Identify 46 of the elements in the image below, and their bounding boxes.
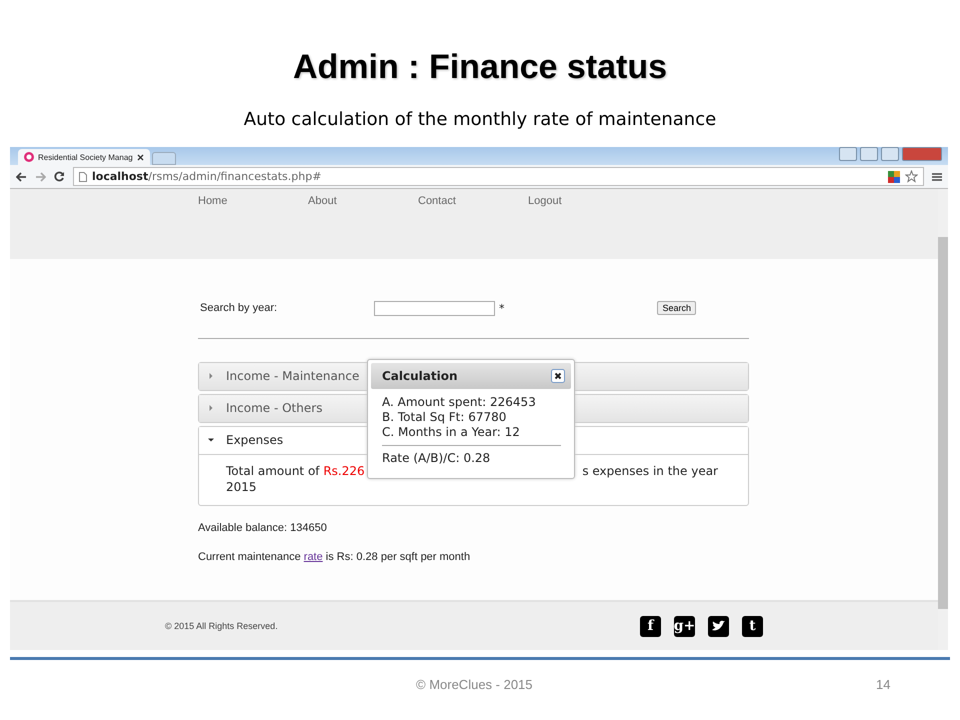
- close-icon[interactable]: [551, 368, 565, 383]
- expense-text: s expenses in the year: [582, 462, 718, 479]
- minimize-button[interactable]: [860, 147, 878, 161]
- rate-sentence: Current maintenance rate is Rs: 0.28 per sqft per month: [198, 550, 472, 563]
- bird-icon[interactable]: [708, 616, 729, 637]
- nav-link[interactable]: About: [308, 195, 418, 259]
- star-icon[interactable]: [905, 170, 918, 183]
- calc-line: A. Amount spent: 226453: [382, 394, 537, 410]
- address-field[interactable]: localhost/rsms/admin/financestats.php#: [73, 167, 924, 186]
- social-link[interactable]: t: [742, 616, 763, 637]
- calc-line: B. Total Sq Ft: 67780: [382, 410, 508, 425]
- balance-text: Available balance: 134650: [198, 522, 328, 534]
- page-icon: [79, 172, 87, 182]
- year-field[interactable]: [374, 300, 495, 316]
- nav-link[interactable]: Home: [198, 195, 308, 259]
- scrollbar[interactable]: [938, 189, 948, 650]
- slide-footer: © MoreClues - 2015: [416, 677, 533, 692]
- rate-link[interactable]: rate: [304, 550, 323, 563]
- page-number: 14: [876, 677, 890, 692]
- slide-subtitle: Auto calculation of the monthly rate of maintenance: [244, 109, 716, 130]
- slide-title: Admin : Finance status: [292, 48, 668, 87]
- expense-text: Total amount of Rs.226: [226, 462, 365, 479]
- user-button[interactable]: [839, 147, 857, 161]
- caret-icon: [208, 373, 214, 380]
- search-label: Search by year:: [200, 302, 278, 314]
- maximize-button[interactable]: [881, 147, 899, 161]
- search-button[interactable]: Search: [657, 301, 696, 316]
- reload-icon[interactable]: [54, 171, 65, 182]
- required-mark: *: [499, 302, 504, 315]
- nav-link[interactable]: Logout: [528, 195, 638, 259]
- social-link[interactable]: f: [640, 616, 661, 637]
- close-icon[interactable]: [137, 154, 144, 160]
- browser-tab[interactable]: Residential Society Manag: [18, 149, 150, 165]
- back-icon[interactable]: [16, 172, 27, 182]
- calc-result: Rate (A/B)/C: 0.28: [382, 450, 492, 466]
- caret-icon: [208, 405, 214, 412]
- social-link[interactable]: g+: [674, 616, 695, 637]
- caret-icon: [208, 437, 214, 444]
- copyright-text: © 2015 All Rights Reserved.: [165, 621, 278, 632]
- calc-line: C. Months in a Year: 12: [382, 424, 521, 440]
- expense-year: 2015: [226, 478, 258, 495]
- dialog-title: Calculation: [382, 368, 458, 383]
- site-icon: [24, 152, 34, 162]
- menu-icon[interactable]: [932, 172, 942, 182]
- extension-icon[interactable]: [888, 170, 900, 182]
- nav-link[interactable]: Contact: [418, 195, 528, 259]
